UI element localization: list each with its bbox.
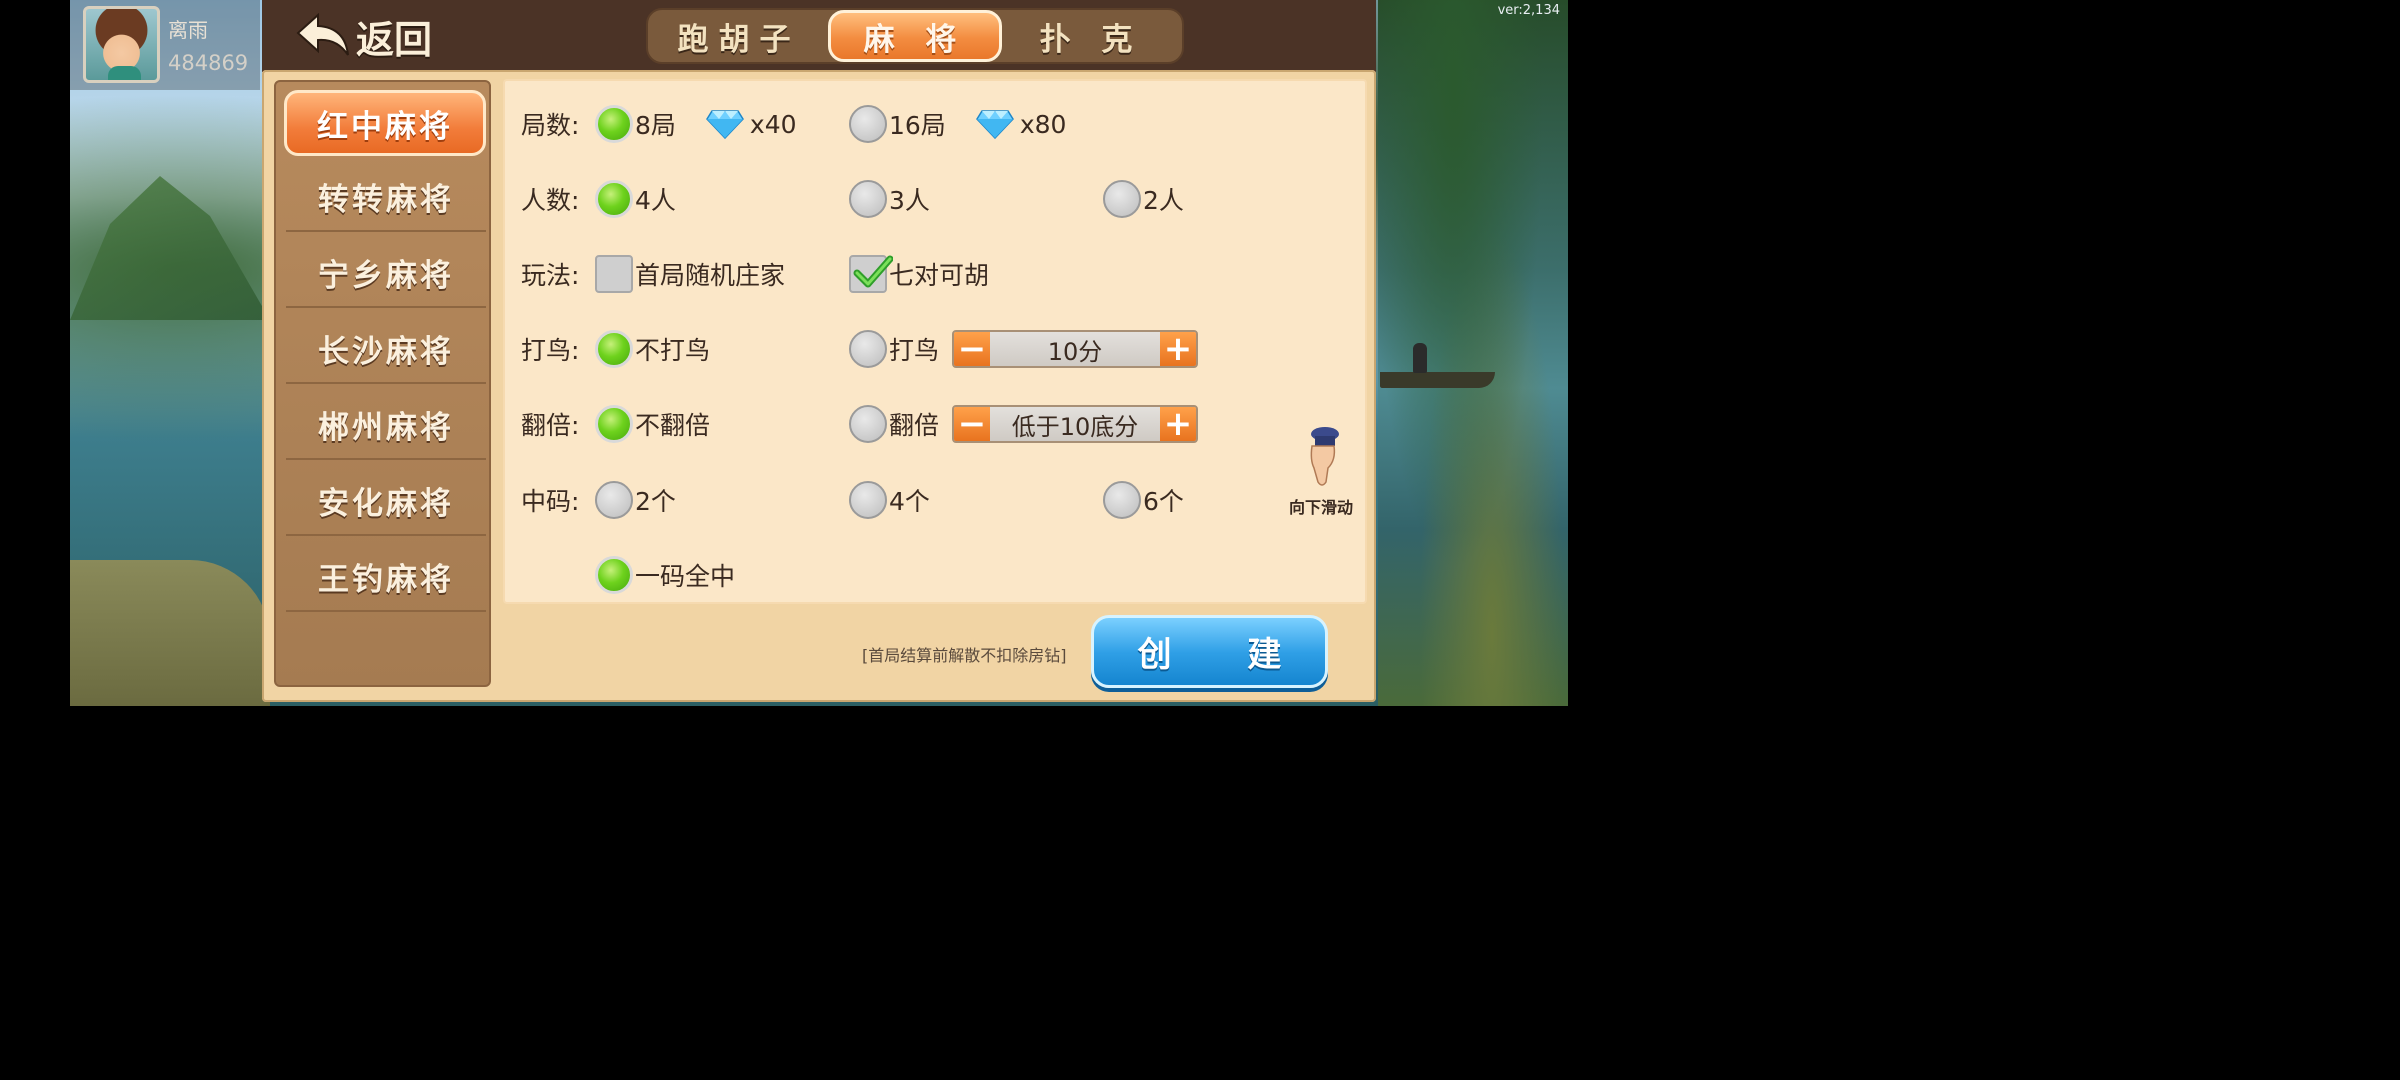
rounds-cost: x80 — [1019, 109, 1067, 139]
bird-score-stepper: − 10分 + — [952, 330, 1198, 368]
play-option-label: 七对可胡 — [889, 261, 990, 290]
play-label: 玩法: — [521, 261, 580, 290]
zhongma-option-2[interactable]: 2个 — [595, 480, 676, 520]
radio-unselected-icon — [849, 180, 887, 218]
bird-option-on[interactable]: 打鸟 — [849, 329, 939, 369]
double-option-none[interactable]: 不翻倍 — [595, 404, 710, 444]
sidebar-item-ningxiang[interactable]: 宁乡麻将 — [286, 238, 486, 308]
version-label: ver:2,134 — [1497, 3, 1560, 18]
boatman-decoration — [1413, 343, 1427, 373]
plus-button[interactable]: + — [1160, 332, 1196, 366]
play-option-seven-pairs[interactable]: 七对可胡 — [849, 254, 989, 294]
scroll-hint-label: 向下滑动 — [1288, 498, 1353, 517]
radio-unselected-icon — [1103, 481, 1141, 519]
zhongma-option-label: 4个 — [889, 487, 930, 516]
radio-unselected-icon — [849, 330, 887, 368]
bird-option-label: 不打鸟 — [635, 336, 711, 365]
rounds-option-8[interactable]: 8局 x40 — [595, 104, 797, 144]
play-option-label: 首局随机庄家 — [635, 261, 786, 290]
radio-selected-icon — [595, 180, 633, 218]
tab-mahjong[interactable]: 麻 将 — [828, 10, 1002, 62]
radio-unselected-icon — [849, 105, 887, 143]
rounds-option-16[interactable]: 16局 x80 — [849, 104, 1066, 144]
players-option-label: 4人 — [635, 186, 676, 215]
zhongma-label: 中码: — [521, 487, 580, 516]
background-scenery-right — [1378, 0, 1568, 706]
player-name: 离雨 — [168, 18, 208, 42]
scroll-down-hint: 向下滑动 — [1281, 424, 1361, 518]
player-id: 484869 — [168, 51, 249, 75]
bird-option-none[interactable]: 不打鸟 — [595, 329, 710, 369]
checkmark-icon — [853, 255, 893, 288]
double-threshold-stepper: − 低于10底分 + — [952, 405, 1198, 443]
double-option-label: 不翻倍 — [635, 411, 711, 440]
pointing-hand-icon — [1310, 427, 1339, 486]
bird-score-value: 10分 — [990, 332, 1160, 366]
back-arrow-icon — [296, 13, 349, 56]
dissolve-notice: [首局结算前解散不扣除房钻] — [862, 646, 1067, 665]
checkbox-checked-icon — [849, 255, 893, 293]
radio-selected-icon — [595, 556, 633, 594]
plus-button[interactable]: + — [1160, 407, 1196, 441]
game-type-tabs: 跑胡子 麻 将 扑 克 — [646, 8, 1184, 64]
zhongma-option-label: 6个 — [1143, 487, 1184, 516]
minus-button[interactable]: − — [954, 407, 990, 441]
mahjong-variant-menu: 红中麻将 转转麻将 宁乡麻将 长沙麻将 郴州麻将 安化麻将 王钓麻将 — [274, 80, 491, 687]
rounds-label: 局数: — [521, 111, 580, 140]
radio-unselected-icon — [595, 481, 633, 519]
sidebar-item-anhua[interactable]: 安化麻将 — [286, 466, 486, 536]
players-option-3[interactable]: 3人 — [849, 179, 930, 219]
radio-selected-icon — [595, 105, 633, 143]
diamond-icon — [975, 110, 1014, 139]
boat-decoration — [1380, 372, 1495, 388]
radio-selected-icon — [595, 405, 633, 443]
sidebar-item-hongzhong[interactable]: 红中麻将 — [284, 90, 486, 156]
rounds-cost: x40 — [749, 109, 797, 139]
zhongma-option-6[interactable]: 6个 — [1103, 480, 1184, 520]
checkbox-unchecked-icon — [595, 255, 633, 293]
zhongma-option-label: 一码全中 — [635, 562, 736, 591]
ground-decoration — [70, 560, 270, 706]
players-option-label: 3人 — [889, 186, 930, 215]
players-option-label: 2人 — [1143, 186, 1184, 215]
sidebar-item-zhuanzhuan[interactable]: 转转麻将 — [286, 162, 486, 232]
play-option-random-dealer[interactable]: 首局随机庄家 — [595, 254, 785, 294]
back-label: 返回 — [356, 17, 433, 62]
back-button[interactable]: 返回 — [296, 10, 432, 62]
bird-option-label: 打鸟 — [889, 336, 940, 365]
zhongma-option-4[interactable]: 4个 — [849, 480, 930, 520]
players-option-4[interactable]: 4人 — [595, 179, 676, 219]
zhongma-option-all[interactable]: 一码全中 — [595, 555, 735, 595]
double-threshold-value: 低于10底分 — [990, 407, 1160, 441]
create-button[interactable]: 创 建 — [1091, 615, 1328, 688]
players-option-2[interactable]: 2人 — [1103, 179, 1184, 219]
players-label: 人数: — [521, 186, 580, 215]
avatar[interactable] — [83, 6, 160, 83]
sidebar-item-changsha[interactable]: 长沙麻将 — [286, 314, 486, 384]
rounds-option-label: 16局 — [889, 111, 946, 140]
double-option-label: 翻倍 — [889, 411, 940, 440]
bird-label: 打鸟: — [521, 336, 580, 365]
radio-unselected-icon — [849, 405, 887, 443]
sidebar-item-wangdiao[interactable]: 王钓麻将 — [286, 542, 486, 612]
diamond-icon — [705, 110, 744, 139]
zhongma-option-label: 2个 — [635, 487, 676, 516]
double-option-on[interactable]: 翻倍 — [849, 404, 939, 444]
radio-unselected-icon — [849, 481, 887, 519]
rounds-option-label: 8局 — [635, 111, 676, 140]
minus-button[interactable]: − — [954, 332, 990, 366]
double-label: 翻倍: — [521, 411, 580, 440]
tab-poker[interactable]: 扑 克 — [1002, 10, 1180, 62]
sidebar-item-chenzhou[interactable]: 郴州麻将 — [286, 390, 486, 460]
tab-paohuzi[interactable]: 跑胡子 — [650, 10, 828, 62]
radio-selected-icon — [595, 330, 633, 368]
radio-unselected-icon — [1103, 180, 1141, 218]
